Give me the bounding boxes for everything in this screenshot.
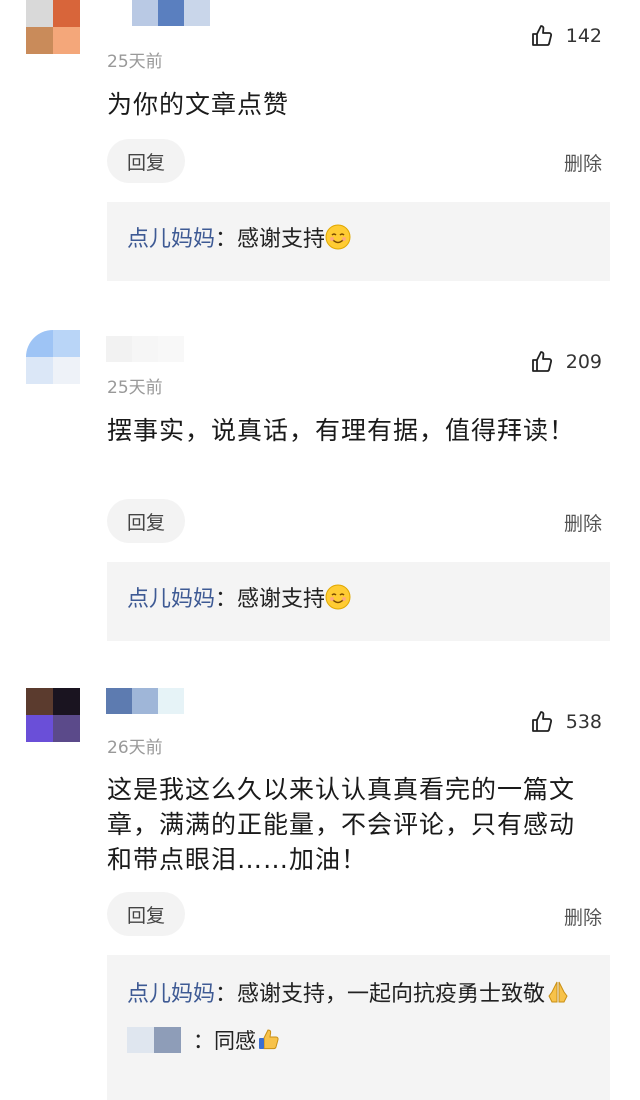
- comment-text: 为你的文章点赞: [107, 90, 290, 119]
- comment-time: 25天前: [107, 52, 163, 72]
- delete-link[interactable]: 删除: [564, 903, 602, 930]
- like-button[interactable]: 538: [530, 710, 602, 734]
- comment-time: 25天前: [107, 378, 163, 398]
- reply-button[interactable]: 回复: [107, 892, 185, 936]
- sub-reply-separator: ：: [193, 1029, 214, 1053]
- like-count: 209: [565, 351, 602, 373]
- reply-author[interactable]: 点儿妈妈: [127, 587, 215, 612]
- reply-separator: ：: [215, 587, 238, 612]
- reply-text: 感谢支持，一起向抗疫勇士致敬: [237, 982, 546, 1007]
- like-button[interactable]: 142: [530, 24, 602, 48]
- smiling-face-emoji: [325, 224, 351, 250]
- reply-text: 感谢支持: [237, 587, 326, 612]
- user-name-blurred[interactable]: [127, 1027, 181, 1053]
- like-count: 538: [565, 711, 602, 733]
- like-count: 142: [565, 25, 602, 47]
- reply-button[interactable]: 回复: [107, 139, 185, 183]
- comment-text: 这是我这么久以来认认真真看完的一篇文章，满满的正能量，不会评论，只有感动和带点眼…: [107, 775, 576, 874]
- sub-reply: ：同感: [127, 1025, 590, 1055]
- author-reply-box: 点儿妈妈：感谢支持: [107, 562, 610, 641]
- thumbs-up-icon: [531, 25, 552, 46]
- user-name-blurred[interactable]: [106, 336, 186, 362]
- sub-reply-text: 同感: [214, 1029, 256, 1053]
- thumbs-up-icon: [531, 351, 552, 372]
- reply-text: 感谢支持: [237, 227, 326, 252]
- thumbs-up-icon: [531, 711, 552, 732]
- author-reply-box: 点儿妈妈：感谢支持: [107, 202, 610, 281]
- user-name-blurred[interactable]: [132, 0, 212, 26]
- user-name-blurred[interactable]: [106, 688, 186, 714]
- reply-separator: ：: [215, 982, 238, 1007]
- delete-link[interactable]: 删除: [564, 509, 602, 536]
- smiling-face-emoji: [325, 584, 351, 610]
- author-reply-box: 点儿妈妈：感谢支持，一起向抗疫勇士致敬 ：同感: [107, 955, 610, 1100]
- reply-separator: ：: [215, 227, 238, 252]
- avatar[interactable]: [26, 0, 80, 80]
- reply-author[interactable]: 点儿妈妈: [127, 982, 215, 1007]
- like-button[interactable]: 209: [530, 350, 602, 374]
- avatar[interactable]: [26, 330, 80, 384]
- comment-time: 26天前: [107, 738, 163, 758]
- thumbs-up-emoji: [259, 1029, 279, 1050]
- comment-text: 摆事实，说真话，有理有据，值得拜读！: [107, 416, 576, 445]
- reply-author[interactable]: 点儿妈妈: [127, 227, 215, 252]
- delete-link[interactable]: 删除: [564, 149, 602, 176]
- avatar[interactable]: [26, 688, 80, 742]
- folded-hands-emoji: [548, 981, 568, 1003]
- reply-button[interactable]: 回复: [107, 499, 185, 543]
